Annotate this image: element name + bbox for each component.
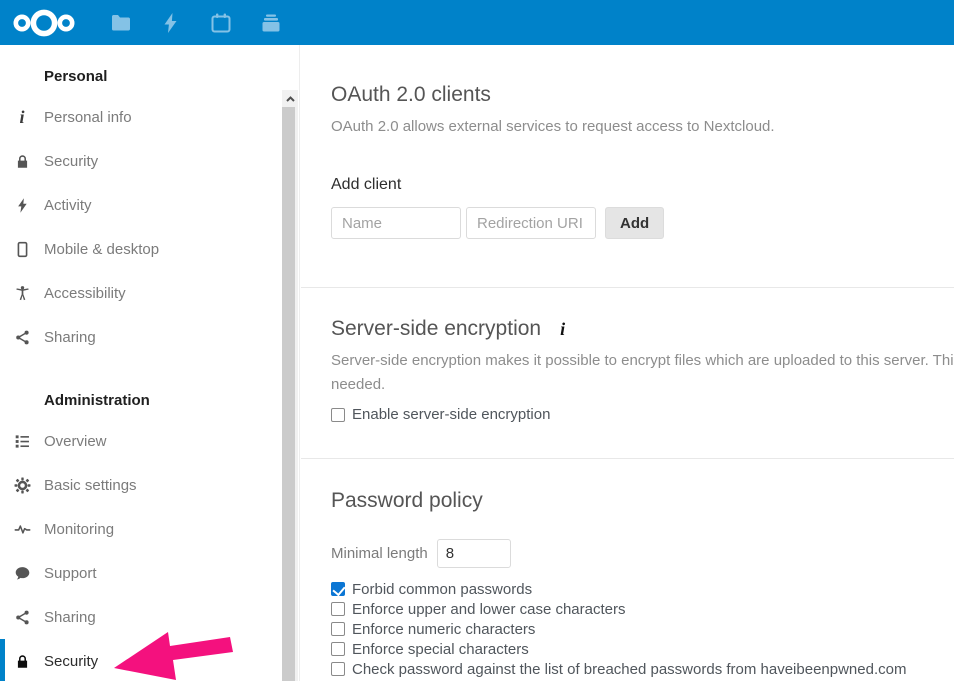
chat-icon (12, 563, 32, 583)
minimal-length-label: Minimal length (331, 545, 428, 562)
lock-icon (12, 151, 32, 171)
add-client-label: Add client (331, 176, 954, 194)
encryption-section-title: Server-side encryption i (331, 317, 954, 341)
sidebar-item-label: Overview (44, 433, 107, 450)
sidebar-caption-administration: Administration (0, 381, 299, 419)
sidebar-item-label: Activity (44, 197, 92, 214)
scrollbar-up-button[interactable] (282, 90, 298, 107)
sidebar-item-label: Monitoring (44, 521, 114, 538)
policy-checkbox-label: Enforce special characters (352, 641, 529, 658)
sidebar-item-label: Sharing (44, 329, 96, 346)
phone-icon (12, 239, 32, 259)
encryption-description-line2: needed. (331, 376, 954, 393)
calendar-icon[interactable] (196, 0, 246, 45)
enable-encryption-row: Enable server-side encryption (331, 406, 954, 423)
share-icon (12, 327, 32, 347)
app-window: Personal i Personal info Security Activity Mo… (0, 0, 954, 681)
policy-checkbox-label: Enforce numeric characters (352, 621, 535, 638)
sidebar-item-label: Mobile & desktop (44, 241, 159, 258)
sidebar-item-overview[interactable]: Overview (0, 419, 299, 463)
sidebar-item-label: Security (44, 653, 98, 670)
header-app-icons (96, 0, 296, 45)
sidebar-item-basic-settings[interactable]: Basic settings (0, 463, 299, 507)
oauth-section: OAuth 2.0 clients OAuth 2.0 allows exter… (301, 45, 954, 239)
sidebar-item-label: Support (44, 565, 97, 582)
sidebar-item-support[interactable]: Support (0, 551, 299, 595)
sidebar-item-mobile-desktop[interactable]: Mobile & desktop (0, 227, 299, 271)
pulse-icon (12, 519, 32, 539)
redirection-uri-input[interactable] (466, 207, 596, 239)
policy-checkbox[interactable] (331, 602, 345, 616)
deck-icon[interactable] (246, 0, 296, 45)
oauth-description: OAuth 2.0 allows external services to re… (331, 118, 954, 135)
info-icon: i (12, 107, 32, 127)
share-icon (12, 607, 32, 627)
password-policy-title: Password policy (331, 489, 954, 513)
sidebar-caption-personal: Personal (0, 57, 299, 95)
policy-checkbox[interactable] (331, 642, 345, 656)
sidebar-item-monitoring[interactable]: Monitoring (0, 507, 299, 551)
sidebar-nav: Personal i Personal info Security Activity Mo… (0, 45, 299, 681)
bolt-icon (12, 195, 32, 215)
sidebar-item-security[interactable]: Security (0, 639, 299, 681)
policy-row-check-password-against-the-list-of-breac: Check password against the list of breac… (331, 659, 954, 679)
sidebar-item-security[interactable]: Security (0, 139, 299, 183)
policy-row-enforce-special-characters: Enforce special characters (331, 639, 954, 659)
sidebar-scrollbar (282, 90, 298, 681)
add-client-button[interactable]: Add (605, 207, 664, 239)
encryption-description-line1: Server-side encryption makes it possible… (331, 352, 954, 369)
sidebar-item-sharing[interactable]: Sharing (0, 595, 299, 639)
settings-sidebar: Personal i Personal info Security Activity Mo… (0, 45, 300, 681)
add-client-row: Add (331, 207, 954, 239)
policy-checkbox-label: Check password against the list of breac… (352, 661, 906, 678)
policy-checkbox[interactable] (331, 582, 345, 596)
nextcloud-logo[interactable] (12, 7, 76, 39)
sidebar-item-accessibility[interactable]: Accessibility (0, 271, 299, 315)
password-policy-checkboxes: Forbid common passwords Enforce upper and… (301, 579, 954, 679)
lock-icon (12, 651, 32, 671)
enable-encryption-checkbox[interactable] (331, 408, 345, 422)
policy-checkbox-label: Enforce upper and lower case characters (352, 601, 625, 618)
list-icon (12, 431, 32, 451)
policy-row-enforce-upper-and-lower-case-characters: Enforce upper and lower case characters (331, 599, 954, 619)
policy-checkbox[interactable] (331, 622, 345, 636)
folder-icon[interactable] (96, 0, 146, 45)
policy-row-enforce-numeric-characters: Enforce numeric characters (331, 619, 954, 639)
encryption-section: Server-side encryption i Server-side enc… (301, 287, 954, 423)
minimal-length-row: Minimal length (331, 539, 954, 568)
enable-encryption-label: Enable server-side encryption (352, 406, 550, 423)
sidebar-item-label: Security (44, 153, 98, 170)
sidebar-item-sharing[interactable]: Sharing (0, 315, 299, 359)
sidebar-item-label: Basic settings (44, 477, 137, 494)
sidebar-item-personal-info[interactable]: i Personal info (0, 95, 299, 139)
bolt-icon[interactable] (146, 0, 196, 45)
oauth-section-title: OAuth 2.0 clients (331, 83, 954, 107)
sidebar-item-activity[interactable]: Activity (0, 183, 299, 227)
scrollbar-thumb[interactable] (282, 107, 295, 681)
policy-checkbox[interactable] (331, 662, 345, 676)
policy-row-forbid-common-passwords: Forbid common passwords (331, 579, 954, 599)
accessibility-icon (12, 283, 32, 303)
minimal-length-input[interactable] (437, 539, 511, 568)
top-header-bar (0, 0, 954, 45)
sidebar-item-label: Sharing (44, 609, 96, 626)
gear-icon (12, 475, 32, 495)
sidebar-item-label: Personal info (44, 109, 132, 126)
policy-checkbox-label: Forbid common passwords (352, 581, 532, 598)
info-icon[interactable]: i (560, 319, 565, 340)
encryption-title-text: Server-side encryption (331, 317, 541, 341)
sidebar-item-label: Accessibility (44, 285, 126, 302)
settings-content: OAuth 2.0 clients OAuth 2.0 allows exter… (301, 45, 954, 681)
client-name-input[interactable] (331, 207, 461, 239)
password-policy-section: Password policy Minimal length Forbid co… (301, 458, 954, 679)
